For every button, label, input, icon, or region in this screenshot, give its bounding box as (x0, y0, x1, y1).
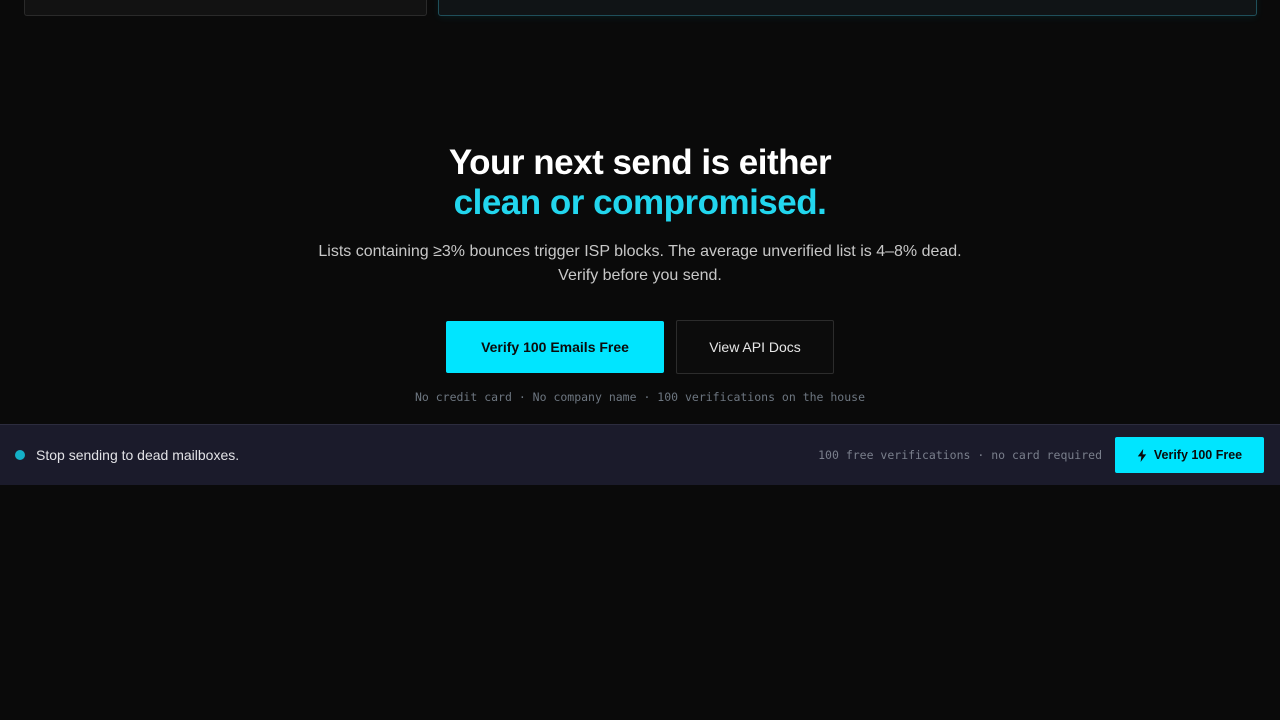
cta-section: Your next send is either clean or compro… (0, 0, 1280, 424)
headline-accent: clean or compromised. (453, 183, 827, 222)
headline-line-1: Your next send is either (448, 143, 832, 182)
verify-100-free-button[interactable]: Verify 100 Free (1115, 437, 1264, 473)
sticky-bar-note: 100 free verifications · no card require… (818, 448, 1102, 462)
verify-100-free-label: Verify 100 Free (1153, 448, 1243, 462)
subtext-line-2: Verify before you send. (558, 267, 722, 284)
view-api-docs-button[interactable]: View API Docs (676, 320, 834, 374)
sticky-cta-bar: Stop sending to dead mailboxes. 100 free… (0, 424, 1280, 485)
sticky-bar-message: Stop sending to dead mailboxes. (36, 447, 240, 463)
cta-subtext: Lists containing ≥3% bounces trigger ISP… (0, 240, 1280, 288)
cta-fineprint: No credit card · No company name · 100 v… (414, 390, 866, 404)
cta-headline: Your next send is either clean or compro… (0, 143, 1280, 223)
lightning-bolt-icon (1137, 448, 1147, 462)
verify-emails-free-button[interactable]: Verify 100 Emails Free (446, 321, 664, 373)
status-dot-icon (15, 450, 25, 460)
subtext-line-1: Lists containing ≥3% bounces trigger ISP… (318, 243, 962, 260)
page: Your next send is either clean or compro… (0, 0, 1280, 720)
